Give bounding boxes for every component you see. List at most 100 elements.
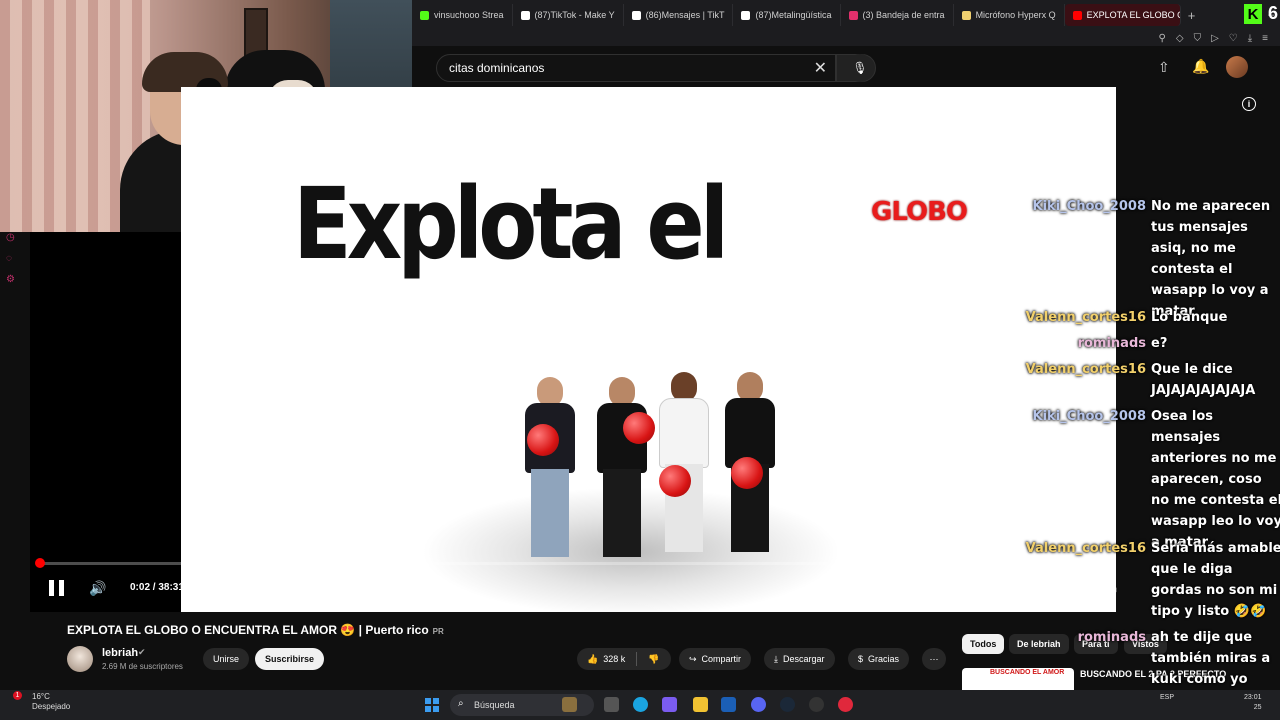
progress-bar[interactable]: [35, 558, 1116, 568]
chat-text: Osea los mensajes anteriores no me apare…: [1151, 409, 1280, 550]
play-icon[interactable]: ▷: [1211, 33, 1219, 44]
chat-text: e?: [1151, 336, 1168, 351]
share-button[interactable]: ↪ Compartir: [679, 648, 752, 670]
browser-tab[interactable]: Micrófono Hyperx Q: [954, 4, 1065, 26]
time-display: 0:02 / 38:31: [130, 582, 184, 593]
browser-tab-active[interactable]: EXPLOTA EL GLOBO O: [1064, 4, 1181, 26]
tiktok-icon: [520, 10, 530, 20]
thanks-icon: $: [858, 654, 864, 664]
paid-promo-label: PR: [432, 627, 444, 636]
copilot-icon[interactable]: [662, 697, 677, 712]
video-person: [655, 372, 713, 557]
chat-text: Que le dice JAJAJAJAJAJAJA: [1151, 362, 1256, 398]
info-icon[interactable]: i: [1242, 97, 1256, 111]
channel-name[interactable]: lebriah: [102, 647, 138, 659]
youtube-icon: [1072, 10, 1082, 20]
store-icon[interactable]: [721, 697, 736, 712]
balloon: [659, 465, 691, 497]
bookmark-icon[interactable]: ◇: [1176, 33, 1184, 44]
join-button[interactable]: Unirse: [203, 648, 250, 670]
channel-avatar[interactable]: [67, 646, 93, 672]
pause-button[interactable]: [46, 578, 66, 598]
download-button[interactable]: ⤓ Descargar: [764, 648, 835, 670]
thanks-button[interactable]: $ Gracias: [848, 648, 910, 670]
subscribe-button[interactable]: Suscribirse: [255, 648, 325, 670]
video-globo-text: GLOBO: [871, 197, 968, 227]
settings-icon[interactable]: ⚙: [6, 274, 22, 285]
download-icon: ⤓: [774, 653, 778, 664]
shield-icon[interactable]: ⛉: [1194, 33, 1202, 44]
folder-icon[interactable]: [693, 697, 708, 712]
pause-bar: [58, 580, 64, 596]
tab-label: (87)TikTok - Make Y: [534, 10, 615, 20]
divider: [636, 652, 638, 666]
left-sidebar-icons: ◷ ◌ ⚙: [6, 232, 22, 292]
chat-username[interactable]: Valenn_cortes16: [1026, 359, 1146, 380]
browser-tab-strip: vinsuchooo Strea (87)TikTok - Make Y (86…: [412, 0, 1280, 30]
browser-tab[interactable]: (87)TikTok - Make Y: [513, 4, 624, 26]
avatar[interactable]: [1226, 56, 1248, 78]
tab-favicon-icon: [420, 10, 429, 20]
steam-icon[interactable]: [780, 697, 795, 712]
taskbar: 1 16°C Despejado ⌕ Búsqueda ESP 23:01 25: [0, 690, 1280, 720]
widget-icon[interactable]: [562, 697, 577, 712]
search-icon: ⌕: [458, 698, 464, 709]
search-value: citas dominicanos: [449, 61, 545, 75]
like-icon[interactable]: 👍: [587, 654, 598, 665]
clock-date: 25: [1253, 704, 1262, 711]
heart-icon[interactable]: ♡: [1229, 33, 1238, 44]
shop-icon: [961, 10, 971, 20]
menu-icon[interactable]: ≡: [1262, 33, 1268, 44]
browser-tab[interactable]: (87)Metalingüística: [733, 4, 841, 26]
edge-icon[interactable]: [633, 697, 648, 712]
voice-search-button[interactable]: 🎙: [846, 54, 874, 82]
close-icon[interactable]: ✕: [814, 58, 827, 78]
mic-icon: 🎙: [852, 61, 868, 75]
chat-text: ah te dije que también miras a kuki como…: [1151, 630, 1271, 687]
browser-tab[interactable]: (86)Mensajes | TikT: [624, 4, 734, 26]
download-label: Descargar: [782, 654, 825, 664]
tab-label: vinsuchooo Strea: [434, 10, 504, 20]
download-icon[interactable]: ⤓: [1248, 33, 1252, 44]
kick-logo-icon: K: [1244, 4, 1262, 24]
video-player[interactable]: Explota el GLOBO: [181, 87, 1116, 612]
pin-icon[interactable]: ⚲: [1159, 33, 1166, 44]
chat-username[interactable]: Valenn_cortes16: [1026, 538, 1146, 559]
more-button[interactable]: ⋯: [922, 648, 946, 670]
windows-start-icon[interactable]: [425, 698, 439, 712]
obs-icon[interactable]: [809, 697, 824, 712]
chat-username[interactable]: Kiki_Choo_2008: [1033, 406, 1146, 427]
chat-username[interactable]: rominads: [1078, 627, 1146, 648]
chip-all[interactable]: Todos: [962, 634, 1005, 654]
clock[interactable]: 23:01 25: [1244, 693, 1262, 713]
tiktok-icon: [741, 10, 751, 20]
history-icon[interactable]: ◌: [6, 253, 22, 264]
video-title: EXPLOTA EL GLOBO O ENCUENTRA EL AMOR 😍 |…: [67, 623, 444, 637]
tab-label: EXPLOTA EL GLOBO O: [1086, 10, 1181, 20]
video-person: [593, 377, 651, 557]
upload-icon[interactable]: ⇧: [1158, 59, 1170, 76]
browser-tab[interactable]: vinsuchooo Strea: [412, 4, 513, 26]
browser-tab[interactable]: (3) Bandeja de entra: [841, 4, 954, 26]
search-input[interactable]: citas dominicanos ✕: [436, 54, 836, 82]
discord-icon[interactable]: [751, 697, 766, 712]
like-count[interactable]: 328 k: [603, 654, 625, 664]
task-view-icon[interactable]: [604, 697, 619, 712]
clock-icon[interactable]: ◷: [6, 232, 22, 243]
chat-username[interactable]: Valenn_cortes16: [1026, 307, 1146, 328]
chat-username[interactable]: rominads: [1078, 333, 1146, 354]
bell-icon[interactable]: 🔔: [1192, 58, 1209, 75]
video-title-text: EXPLOTA EL GLOBO O ENCUENTRA EL AMOR 😍 |…: [67, 623, 429, 637]
progress-knob[interactable]: [35, 558, 45, 568]
weather-widget[interactable]: 1 16°C Despejado: [13, 691, 70, 712]
browser-toolbar: ⚲ ◇ ⛉ ▷ ♡ ⤓ ≡: [412, 30, 1280, 46]
taskbar-search-placeholder: Búsqueda: [474, 700, 515, 710]
language-indicator[interactable]: ESP: [1160, 694, 1174, 701]
dislike-icon[interactable]: 👎: [648, 654, 659, 665]
chat-text: Sería más amable que le diga gordas no s…: [1151, 541, 1280, 619]
volume-icon[interactable]: 🔊: [89, 580, 106, 597]
chat-username[interactable]: Kiki_Choo_2008: [1033, 196, 1146, 217]
share-icon: ↪: [689, 653, 697, 664]
opera-icon[interactable]: [838, 697, 853, 712]
new-tab-button[interactable]: +: [1181, 8, 1203, 23]
